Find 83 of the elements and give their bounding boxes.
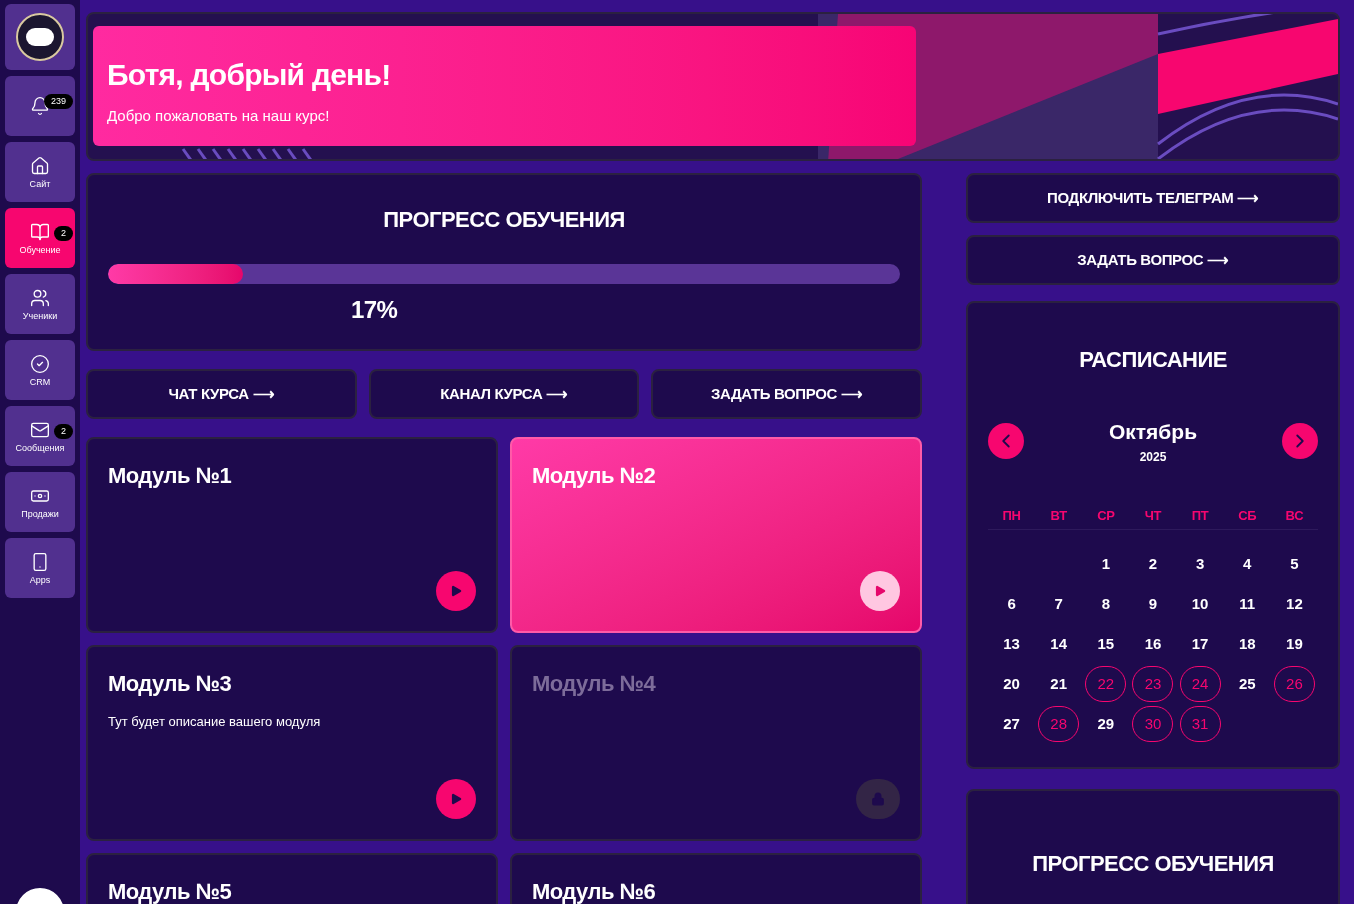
play-button[interactable] (436, 779, 476, 819)
calendar-day[interactable]: 20 (991, 666, 1033, 702)
calendar-day[interactable]: 27 (991, 706, 1033, 742)
weekday-label: ЧТ (1143, 506, 1163, 525)
calendar-day[interactable]: 9 (1132, 586, 1174, 622)
sidebar-item[interactable]: Apps (5, 538, 75, 598)
weekday-label: СБ (1237, 506, 1258, 525)
calendar-day[interactable]: 8 (1085, 586, 1127, 622)
play-icon (449, 792, 463, 806)
module-title: Модуль №5 (108, 878, 233, 904)
calendar-day[interactable]: 14 (1038, 626, 1080, 662)
progress-percent: 17% (351, 295, 398, 325)
play-icon (449, 584, 463, 598)
greeting-subtitle: Добро пожаловать на наш курс! (107, 106, 331, 126)
weekday-label: ВС (1284, 506, 1305, 525)
module-card[interactable]: Модуль №2 (510, 437, 922, 633)
count-badge: 2 (54, 424, 73, 439)
calendar-day[interactable]: 1 (1085, 546, 1127, 582)
sidebar-item[interactable]: Сайт (5, 142, 75, 202)
book-icon (30, 221, 50, 242)
greeting-title: Ботя, добрый день! (107, 57, 392, 93)
calendar-day[interactable]: 3 (1179, 546, 1221, 582)
year-label: 2025 (1139, 448, 1167, 466)
module-card[interactable]: Модуль №1 (86, 437, 498, 633)
sidebar-item[interactable]: CRM (5, 340, 75, 400)
sidebar-item[interactable]: Обучение 2 (5, 208, 75, 268)
module-title: Модуль №6 (532, 878, 657, 904)
next-month-button[interactable] (1282, 422, 1318, 459)
module-title: Модуль №4 (532, 670, 657, 698)
side-link-button[interactable]: ЗАДАТЬ ВОПРОС ⟶ (966, 235, 1340, 285)
people-icon (30, 287, 50, 308)
module-title: Модуль №2 (532, 462, 657, 490)
weekday-label: ВТ (1049, 506, 1068, 525)
play-icon (873, 584, 887, 598)
count-badge: 2 (54, 226, 73, 241)
avatar-button[interactable] (5, 4, 75, 70)
progress-title: ПРОГРЕСС ОБУЧЕНИЯ (382, 206, 626, 234)
course-link-button[interactable]: ЗАДАТЬ ВОПРОС ⟶ (651, 369, 922, 419)
module-card[interactable]: Модуль №3 Тут будет описание вашего модуля (86, 645, 498, 841)
sidebar-item[interactable]: Продажи (5, 472, 75, 532)
calendar-day[interactable]: 6 (991, 586, 1033, 622)
check-circle-icon (30, 353, 50, 374)
calendar-day[interactable]: 16 (1132, 626, 1174, 662)
bell-icon (30, 96, 50, 116)
calendar-day[interactable]: 13 (991, 626, 1033, 662)
module-title: Модуль №3 (108, 670, 233, 698)
module-title: Модуль №1 (108, 462, 233, 490)
weekday-label: СР (1096, 506, 1116, 525)
calendar-day[interactable]: 29 (1085, 706, 1127, 742)
calendar-day[interactable]: 10 (1179, 586, 1221, 622)
previous-month-button[interactable] (988, 422, 1024, 459)
sidebar-item[interactable]: 239 (5, 76, 75, 136)
count-badge: 239 (43, 94, 73, 109)
calendar-day[interactable]: 21 (1038, 666, 1080, 702)
house-icon (30, 155, 50, 176)
schedule-title: РАСПИСАНИЕ (1078, 346, 1228, 374)
play-button[interactable] (860, 571, 900, 611)
calendar-day[interactable]: 12 (1273, 586, 1315, 622)
calendar-day[interactable]: 11 (1226, 586, 1268, 622)
calendar-day[interactable]: 7 (1038, 586, 1080, 622)
month-name: Октябрь (1108, 419, 1198, 445)
module-description: Тут будет описание вашего модуля (108, 713, 322, 731)
calendar-day[interactable]: 5 (1273, 546, 1315, 582)
side-link-button[interactable]: ПОДКЛЮЧИТЬ ТЕЛЕГРАМ ⟶ (966, 173, 1340, 223)
module-card[interactable]: Модуль №6 (510, 853, 922, 904)
weekday-label: ПТ (1190, 506, 1210, 525)
lock-icon (871, 792, 885, 806)
play-button[interactable] (436, 571, 476, 611)
module-card[interactable]: Модуль №4 (510, 645, 922, 841)
course-link-button[interactable]: ЧАТ КУРСА ⟶ (86, 369, 357, 419)
calendar-day[interactable]: 2 (1132, 546, 1174, 582)
calendar-day[interactable]: 18 (1226, 626, 1268, 662)
sidebar-item[interactable]: Ученики (5, 274, 75, 334)
side-progress-title: ПРОГРЕСС ОБУЧЕНИЯ (1031, 850, 1275, 878)
sidebar-item[interactable]: Сообщения 2 (5, 406, 75, 466)
course-link-button[interactable]: КАНАЛ КУРСА ⟶ (368, 369, 640, 419)
calendar-day[interactable]: 25 (1226, 666, 1268, 702)
calendar-day[interactable]: 17 (1179, 626, 1221, 662)
calendar-day[interactable]: 15 (1085, 626, 1127, 662)
calendar-day[interactable]: 4 (1226, 546, 1268, 582)
weekday-label: ПН (1001, 506, 1022, 525)
module-card[interactable]: Модуль №5 (86, 853, 498, 904)
calendar-day[interactable]: 19 (1273, 626, 1315, 662)
